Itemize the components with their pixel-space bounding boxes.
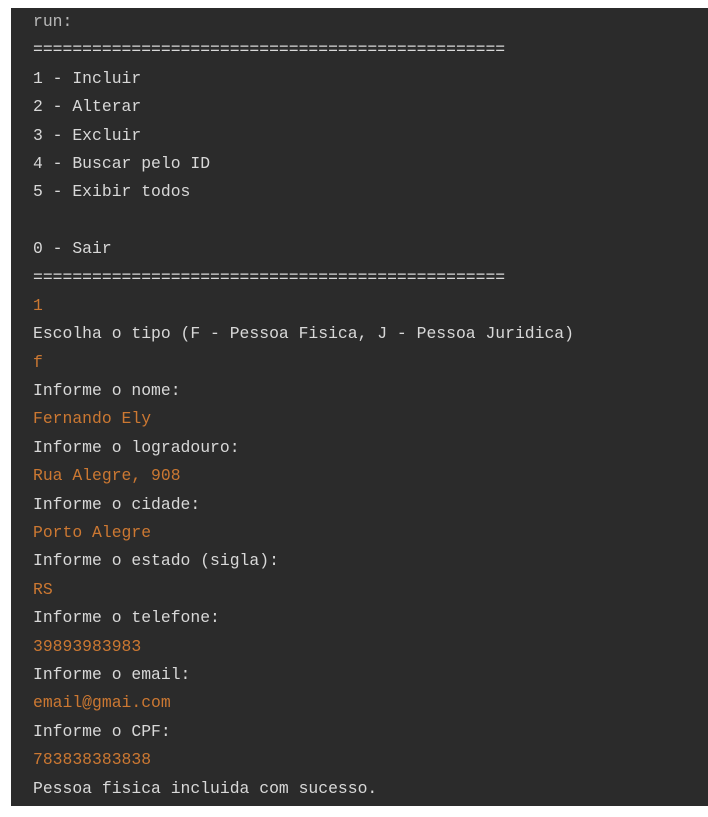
console-output-line: ========================================…	[33, 40, 506, 60]
console-output-line: run:	[33, 12, 73, 31]
console-output-line: Informe o nome:	[33, 381, 181, 401]
console-input-line: 39893983983	[33, 636, 142, 656]
console-input-line: 783838383838	[33, 750, 152, 770]
console-output-panel[interactable]: run: ====================================…	[11, 8, 708, 806]
console-output-line: Informe o logradouro:	[33, 437, 240, 457]
console-output-line: 0 - Sair	[33, 239, 112, 259]
console-output-line: 2 - Alterar	[33, 97, 142, 117]
console-output-line: Escolha o tipo (F - Pessoa Fisica, J - P…	[33, 324, 574, 344]
console-output-line: Pessoa fisica incluida com sucesso.	[33, 778, 378, 798]
console-output-line: 3 - Excluir	[33, 125, 142, 145]
console-output-line: 4 - Buscar pelo ID	[33, 153, 211, 173]
console-input-line: RS	[33, 579, 53, 599]
console-input-line: Fernando Ely	[33, 409, 152, 429]
console-output-line: Informe o cidade:	[33, 494, 201, 514]
console-input-line: f	[33, 352, 43, 372]
console-output-line: Informe o CPF:	[33, 721, 171, 741]
console-input-line: Porto Alegre	[33, 523, 152, 543]
console-input-line: Rua Alegre, 908	[33, 466, 181, 486]
console-output-line: Informe o email:	[33, 664, 191, 684]
console-output-line: ========================================…	[33, 267, 506, 287]
console-lines: run: ====================================…	[33, 8, 574, 803]
console-output-line: Informe o telefone:	[33, 608, 220, 628]
console-output-line: Informe o estado (sigla):	[33, 551, 279, 571]
console-output-line: 5 - Exibir todos	[33, 182, 191, 202]
console-output-line: 1 - Incluir	[33, 68, 142, 88]
console-input-line: 1	[33, 295, 43, 315]
console-input-line: email@gmai.com	[33, 693, 171, 713]
